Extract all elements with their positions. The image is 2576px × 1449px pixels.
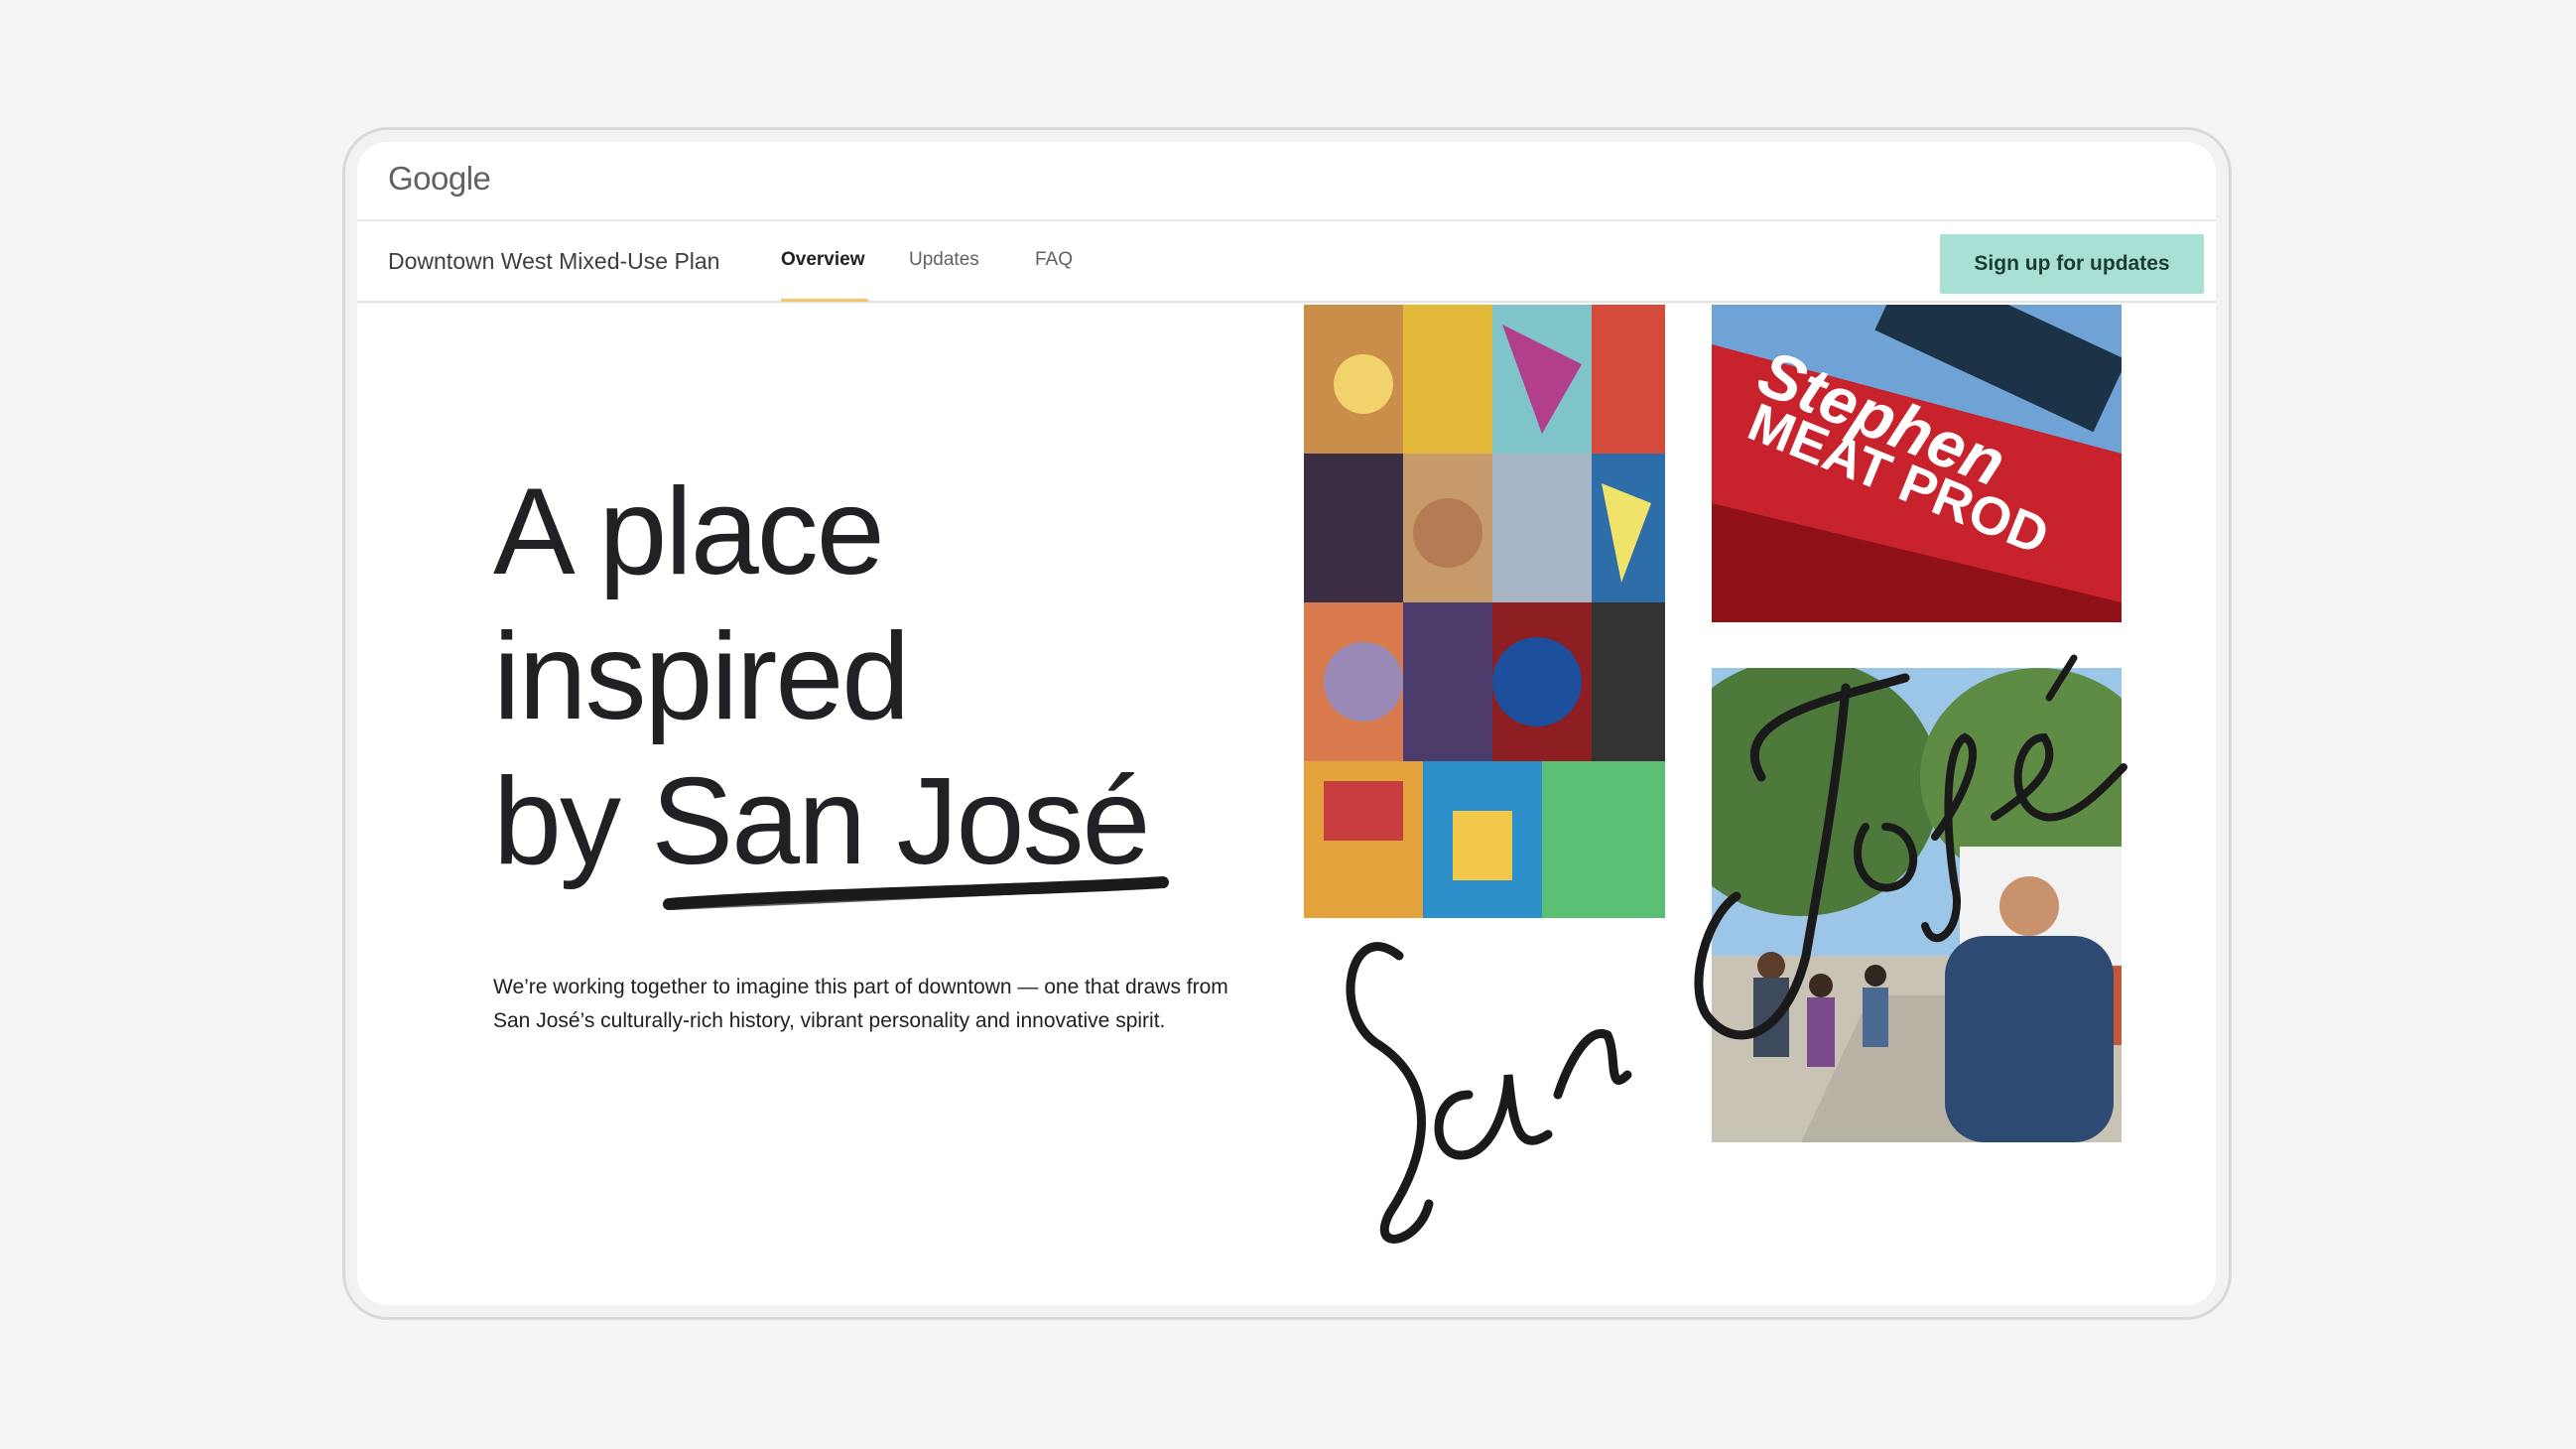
neon-sign-image: Stephen MEAT PROD bbox=[1712, 305, 2122, 622]
hero-description: We’re working together to imagine this p… bbox=[493, 976, 1228, 1032]
google-logo[interactable]: Google bbox=[388, 160, 491, 198]
sign-up-button[interactable]: Sign up for updates bbox=[1940, 234, 2204, 294]
browser-screen: Google Downtown West Mixed-Use Plan Over… bbox=[357, 142, 2216, 1305]
top-bar: Google bbox=[357, 142, 2216, 221]
tab-updates[interactable]: Updates bbox=[909, 249, 979, 271]
hero-title-line-2: inspired bbox=[493, 608, 910, 745]
tab-faq[interactable]: FAQ bbox=[1035, 249, 1073, 271]
hero-title-line-3: by San José bbox=[493, 753, 1150, 890]
tab-overview[interactable]: Overview bbox=[781, 249, 865, 271]
brush-underline-stroke bbox=[663, 876, 1169, 910]
street-market-image bbox=[1712, 668, 2122, 1142]
active-tab-indicator bbox=[781, 299, 868, 302]
site-title[interactable]: Downtown West Mixed-Use Plan bbox=[388, 248, 719, 275]
site-nav: Downtown West Mixed-Use Plan Overview Up… bbox=[357, 221, 2216, 303]
mural-collage-image bbox=[1304, 305, 1665, 918]
hero-title-line-1: A place bbox=[493, 463, 885, 600]
hero-title: A place inspired by San José bbox=[493, 460, 1188, 894]
